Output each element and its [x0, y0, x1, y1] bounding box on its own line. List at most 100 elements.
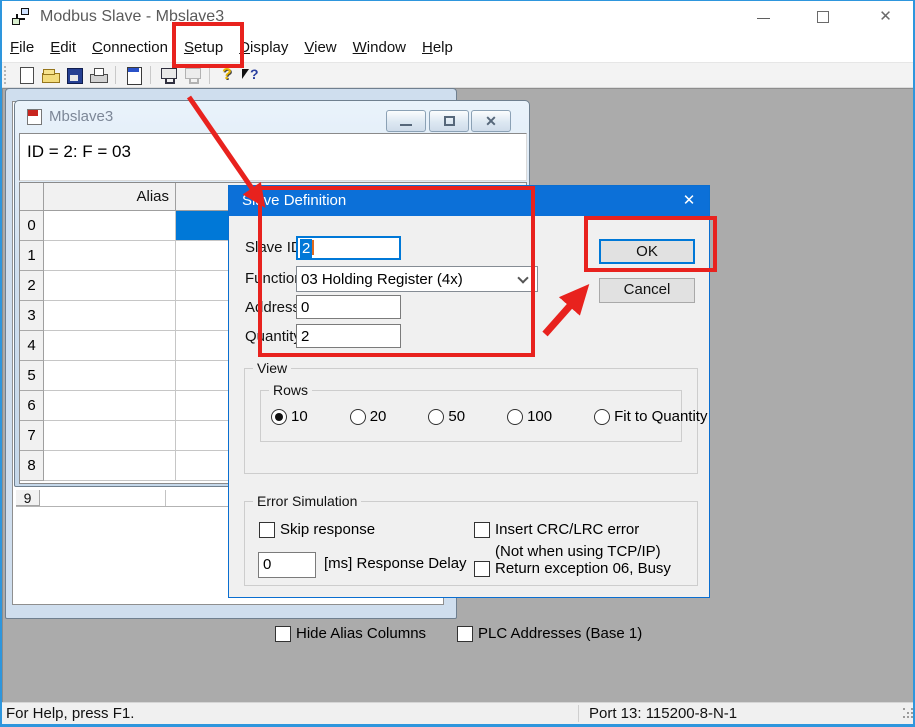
grid-row-header[interactable]: 9 [16, 490, 40, 506]
open-icon[interactable] [39, 65, 61, 85]
save-icon[interactable] [63, 65, 85, 85]
grid-row-header[interactable]: 7 [20, 421, 44, 451]
minimize-button[interactable] [740, 0, 786, 34]
radio-label: 50 [448, 408, 465, 425]
window-title: Modbus Slave - Mbslave3 [40, 0, 224, 34]
response-delay-input[interactable]: 0 [258, 552, 316, 578]
grid-row-header[interactable]: 5 [20, 361, 44, 391]
child-restore-button[interactable] [429, 110, 469, 132]
minimize-icon [757, 18, 770, 19]
grid-row-header[interactable]: 0 [20, 211, 44, 241]
radio-rows-100[interactable]: 100 [507, 408, 552, 425]
grid-row-header[interactable]: 8 [20, 451, 44, 481]
slave-id-display: ID = 2: F = 03 [19, 133, 527, 181]
maximize-button[interactable] [800, 0, 846, 34]
hide-alias-checkbox[interactable]: Hide Alias Columns [275, 625, 426, 642]
toolbar-separator [150, 66, 151, 84]
grid-cell-alias[interactable] [44, 271, 176, 301]
grid-cell-alias[interactable] [44, 241, 176, 271]
grid-cell-alias[interactable] [44, 211, 176, 241]
grid-row-header[interactable]: 2 [20, 271, 44, 301]
cancel-button[interactable]: Cancel [599, 278, 695, 303]
connection-setup-icon[interactable] [157, 65, 179, 85]
quantity-input[interactable]: 2 [296, 324, 401, 348]
child-window-title: Mbslave3 [49, 101, 113, 132]
dialog-title[interactable]: Slave Definition [229, 186, 709, 216]
resize-grip-icon[interactable] [903, 708, 905, 710]
crc-error-checkbox[interactable]: Insert CRC/LRC error [474, 521, 639, 538]
grid-row-header[interactable]: 1 [20, 241, 44, 271]
grid-cell-alias[interactable] [44, 421, 176, 451]
restore-icon [444, 116, 455, 126]
help-icon[interactable] [216, 65, 238, 85]
menu-item-connection[interactable]: Connection [84, 34, 176, 62]
menu-item-file[interactable]: File [2, 34, 42, 62]
rows-group: Rows 102050100Fit to Quantity [260, 390, 682, 442]
menu-item-display[interactable]: Display [231, 34, 296, 62]
radio-icon [271, 409, 287, 425]
slave-definition-dialog: Slave Definition ✕ Slave ID: 2 Function:… [228, 185, 710, 598]
plc-addresses-checkbox[interactable]: PLC Addresses (Base 1) [457, 625, 642, 642]
address-input[interactable]: 0 [296, 295, 401, 319]
text-caret [312, 240, 314, 255]
grid-row-header[interactable]: 6 [20, 391, 44, 421]
grid-row-header[interactable]: 4 [20, 331, 44, 361]
menu-item-view[interactable]: View [296, 34, 344, 62]
checkbox-label: Insert CRC/LRC error [495, 521, 639, 538]
selected-text: 2 [300, 239, 312, 258]
menu-bar: FileEditConnectionSetupDisplayViewWindow… [2, 34, 913, 62]
connection-disabled-icon [181, 65, 203, 85]
radio-rows-10[interactable]: 10 [271, 408, 308, 425]
minimize-icon [400, 124, 412, 126]
grid-cell-alias[interactable] [44, 451, 176, 481]
radio-icon [428, 409, 444, 425]
new-icon[interactable] [15, 65, 37, 85]
grid-cell-alias[interactable] [44, 391, 176, 421]
radio-label: 10 [291, 408, 308, 425]
menu-item-help[interactable]: Help [414, 34, 461, 62]
grid-row-header[interactable]: 3 [20, 301, 44, 331]
rows-group-label: Rows [269, 382, 312, 398]
checkbox-icon [275, 626, 291, 642]
print-icon[interactable] [87, 65, 109, 85]
maximize-icon [817, 11, 829, 23]
chevron-down-icon [517, 272, 528, 283]
checkbox-label: Return exception 06, Busy [495, 560, 671, 577]
status-divider [578, 705, 579, 722]
toolbar-grip[interactable] [4, 66, 10, 84]
grid-cell-alias[interactable] [44, 331, 176, 361]
error-simulation-label: Error Simulation [253, 493, 361, 509]
busy-exception-checkbox[interactable]: Return exception 06, Busy [474, 560, 671, 577]
grid-line [165, 490, 166, 506]
radio-rows-50[interactable]: 50 [428, 408, 465, 425]
radio-rows-20[interactable]: 20 [350, 408, 387, 425]
menu-item-edit[interactable]: Edit [42, 34, 84, 62]
radio-label: 20 [370, 408, 387, 425]
toolbar-separator [209, 66, 210, 84]
close-button[interactable]: ✕ [858, 0, 913, 34]
view-group: View Rows 102050100Fit to Quantity Hide … [244, 368, 698, 474]
slave-id-input[interactable]: 2 [296, 236, 401, 260]
alias-column-header[interactable]: Alias [44, 183, 176, 211]
radio-label: Fit to Quantity [614, 408, 707, 425]
view-group-label: View [253, 360, 291, 376]
function-dropdown[interactable]: 03 Holding Register (4x) [296, 266, 538, 292]
modbus-slave-app: Modbus Slave - Mbslave3 ✕ FileEditConnec… [0, 0, 915, 727]
menu-item-setup[interactable]: Setup [176, 34, 231, 62]
ok-button[interactable]: OK [599, 239, 695, 264]
dialog-close-button[interactable]: ✕ [669, 186, 709, 216]
checkbox-label: Hide Alias Columns [296, 625, 426, 642]
radio-rows-fit-to-quantity[interactable]: Fit to Quantity [594, 408, 707, 425]
child-close-button[interactable]: ✕ [471, 110, 511, 132]
grid-cell-alias[interactable] [44, 361, 176, 391]
display-setup-icon[interactable] [122, 65, 144, 85]
skip-response-checkbox[interactable]: Skip response [259, 521, 375, 538]
grid-corner-cell [20, 183, 44, 211]
context-help-icon[interactable] [240, 65, 262, 85]
checkbox-icon [474, 561, 490, 577]
radio-label: 100 [527, 408, 552, 425]
checkbox-label: PLC Addresses (Base 1) [478, 625, 642, 642]
child-minimize-button[interactable] [386, 110, 426, 132]
menu-item-window[interactable]: Window [345, 34, 414, 62]
grid-cell-alias[interactable] [44, 301, 176, 331]
